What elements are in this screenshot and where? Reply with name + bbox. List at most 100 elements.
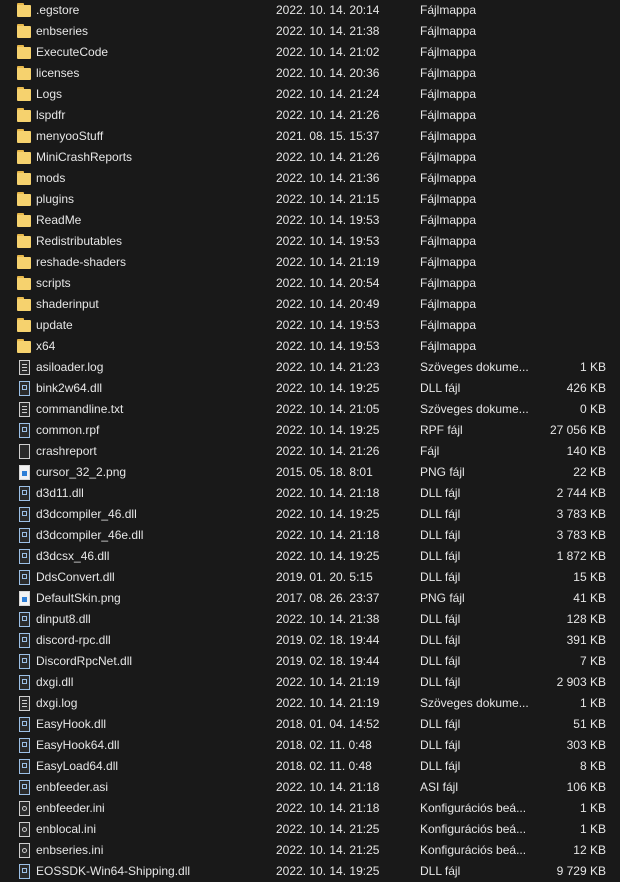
folder-row[interactable]: mods 2022. 10. 14. 21:36 Fájlmappa — [0, 168, 620, 189]
item-date-modified: 2022. 10. 14. 20:36 — [276, 66, 380, 80]
item-name: enblocal.ini — [36, 822, 97, 836]
file-row[interactable]: enbfeeder.asi 2022. 10. 14. 21:18 ASI fájl… — [0, 777, 620, 798]
item-type: Fájlmappa — [420, 150, 477, 164]
item-size: 2 744 KB — [556, 486, 606, 500]
file-row[interactable]: d3dcsx_46.dll 2022. 10. 14. 19:25 DLL fájl… — [0, 546, 620, 567]
file-row[interactable]: enbseries.ini 2022. 10. 14. 21:25 Konfigur… — [0, 840, 620, 861]
item-size: 41 KB — [573, 591, 606, 605]
item-type: DLL fájl — [420, 381, 461, 395]
item-date-modified: 2019. 02. 18. 19:44 — [276, 654, 380, 668]
item-name: enbfeeder.ini — [36, 801, 105, 815]
folder-row[interactable]: lspdfr 2022. 10. 14. 21:26 Fájlmappa — [0, 105, 620, 126]
file-row[interactable]: EasyHook.dll 2018. 01. 04. 14:52 DLL fájl 5… — [0, 714, 620, 735]
folder-row[interactable]: plugins 2022. 10. 14. 21:15 Fájlmappa — [0, 189, 620, 210]
item-size: 128 KB — [566, 612, 606, 626]
file-row[interactable]: dinput8.dll 2022. 10. 14. 21:38 DLL fájl 12… — [0, 609, 620, 630]
item-type: DLL fájl — [420, 633, 461, 647]
dll-file-icon — [19, 381, 30, 396]
file-row[interactable]: DiscordRpcNet.dll 2019. 02. 18. 19:44 DLL … — [0, 651, 620, 672]
folder-row[interactable]: shaderinput 2022. 10. 14. 20:49 Fájlmappa — [0, 294, 620, 315]
item-name: d3dcsx_46.dll — [36, 549, 110, 563]
folder-icon — [17, 45, 31, 60]
folder-row[interactable]: update 2022. 10. 14. 19:53 Fájlmappa — [0, 315, 620, 336]
file-row[interactable]: d3dcompiler_46e.dll 2022. 10. 14. 21:18 DL… — [0, 525, 620, 546]
item-type: Konfigurációs beá... — [420, 822, 527, 836]
item-name: lspdfr — [36, 108, 66, 122]
item-name: .egstore — [36, 3, 80, 17]
item-date-modified: 2022. 10. 14. 19:25 — [276, 864, 380, 878]
item-type: DLL fájl — [420, 717, 461, 731]
folder-row[interactable]: enbseries 2022. 10. 14. 21:38 Fájlmappa — [0, 21, 620, 42]
file-row[interactable]: d3dcompiler_46.dll 2022. 10. 14. 19:25 DLL… — [0, 504, 620, 525]
file-row[interactable]: EasyLoad64.dll 2018. 02. 11. 0:48 DLL fájl… — [0, 756, 620, 777]
folder-icon — [17, 339, 31, 354]
folder-icon — [17, 108, 31, 123]
folder-row[interactable]: reshade-shaders 2022. 10. 14. 21:19 Fájlma… — [0, 252, 620, 273]
file-row[interactable]: d3d11.dll 2022. 10. 14. 21:18 DLL fájl 2 74… — [0, 483, 620, 504]
item-type: DLL fájl — [420, 864, 461, 878]
folder-row[interactable]: menyooStuff 2021. 08. 15. 15:37 Fájlmappa — [0, 126, 620, 147]
item-type: DLL fájl — [420, 675, 461, 689]
item-date-modified: 2022. 10. 14. 19:53 — [276, 234, 380, 248]
file-row[interactable]: enbfeeder.ini 2022. 10. 14. 21:18 Konfigur… — [0, 798, 620, 819]
folder-row[interactable]: ExecuteCode 2022. 10. 14. 21:02 Fájlmappa — [0, 42, 620, 63]
folder-row[interactable]: MiniCrashReports 2022. 10. 14. 21:26 Fájlm… — [0, 147, 620, 168]
file-row[interactable]: cursor_32_2.png 2015. 05. 18. 8:01 PNG fáj… — [0, 462, 620, 483]
file-row[interactable]: bink2w64.dll 2022. 10. 14. 19:25 DLL fájl 4… — [0, 378, 620, 399]
item-name: MiniCrashReports — [36, 150, 133, 164]
file-row[interactable]: dxgi.dll 2022. 10. 14. 21:19 DLL fájl 2 903… — [0, 672, 620, 693]
folder-row[interactable]: ReadMe 2022. 10. 14. 19:53 Fájlmappa — [0, 210, 620, 231]
item-date-modified: 2022. 10. 14. 21:24 — [276, 87, 380, 101]
item-name: Logs — [36, 87, 63, 101]
item-name: asiloader.log — [36, 360, 104, 374]
item-name: Redistributables — [36, 234, 123, 248]
file-row[interactable]: EasyHook64.dll 2018. 02. 11. 0:48 DLL fájl… — [0, 735, 620, 756]
folder-row[interactable]: Logs 2022. 10. 14. 21:24 Fájlmappa — [0, 84, 620, 105]
config-file-icon — [19, 843, 30, 858]
file-row[interactable]: DefaultSkin.png 2017. 08. 26. 23:37 PNG fá… — [0, 588, 620, 609]
item-type: Fájlmappa — [420, 3, 477, 17]
item-type: Fájlmappa — [420, 234, 477, 248]
dll-file-icon — [19, 507, 30, 522]
item-date-modified: 2022. 10. 14. 21:18 — [276, 486, 380, 500]
file-row[interactable]: crashreport 2022. 10. 14. 21:26 Fájl 140 KB — [0, 441, 620, 462]
item-date-modified: 2022. 10. 14. 21:38 — [276, 24, 380, 38]
file-row[interactable]: DdsConvert.dll 2019. 01. 20. 5:15 DLL fájl… — [0, 567, 620, 588]
file-row[interactable]: EOSSDK-Win64-Shipping.dll 2022. 10. 14. 1… — [0, 861, 620, 882]
item-type: DLL fájl — [420, 528, 461, 542]
item-type: Fájlmappa — [420, 339, 477, 353]
folder-row[interactable]: x64 2022. 10. 14. 19:53 Fájlmappa — [0, 336, 620, 357]
dll-file-icon — [19, 549, 30, 564]
item-size: 1 KB — [579, 696, 606, 710]
file-row[interactable]: asiloader.log 2022. 10. 14. 21:23 Szöveges… — [0, 357, 620, 378]
folder-row[interactable]: Redistributables 2022. 10. 14. 19:53 Fájlm… — [0, 231, 620, 252]
item-type: Fájl — [420, 444, 440, 458]
dll-file-icon — [19, 717, 30, 732]
item-type: Fájlmappa — [420, 192, 477, 206]
item-name: enbfeeder.asi — [36, 780, 109, 794]
file-row[interactable]: dxgi.log 2022. 10. 14. 21:19 Szöveges doku… — [0, 693, 620, 714]
item-date-modified: 2022. 10. 14. 19:25 — [276, 381, 380, 395]
folder-row[interactable]: scripts 2022. 10. 14. 20:54 Fájlmappa — [0, 273, 620, 294]
item-name: d3dcompiler_46e.dll — [36, 528, 144, 542]
item-type: PNG fájl — [420, 465, 465, 479]
folder-row[interactable]: licenses 2022. 10. 14. 20:36 Fájlmappa — [0, 63, 620, 84]
item-date-modified: 2022. 10. 14. 21:19 — [276, 255, 380, 269]
item-date-modified: 2019. 02. 18. 19:44 — [276, 633, 380, 647]
config-file-icon — [19, 822, 30, 837]
item-date-modified: 2018. 02. 11. 0:48 — [276, 759, 372, 773]
item-name: cursor_32_2.png — [36, 465, 127, 479]
file-row[interactable]: common.rpf 2022. 10. 14. 19:25 RPF fájl 27 … — [0, 420, 620, 441]
dll-file-icon — [19, 738, 30, 753]
folder-row[interactable]: .egstore 2022. 10. 14. 20:14 Fájlmappa — [0, 0, 620, 21]
folder-icon — [17, 3, 31, 18]
item-name: d3dcompiler_46.dll — [36, 507, 137, 521]
dll-file-icon — [19, 570, 30, 585]
file-row[interactable]: discord-rpc.dll 2019. 02. 18. 19:44 DLL fá… — [0, 630, 620, 651]
item-name: EasyHook64.dll — [36, 738, 120, 752]
file-row[interactable]: enblocal.ini 2022. 10. 14. 21:25 Konfigurá… — [0, 819, 620, 840]
item-size: 426 KB — [566, 381, 606, 395]
file-row[interactable]: commandline.txt 2022. 10. 14. 21:05 Szöveg… — [0, 399, 620, 420]
item-name: common.rpf — [36, 423, 100, 437]
item-name: discord-rpc.dll — [36, 633, 111, 647]
